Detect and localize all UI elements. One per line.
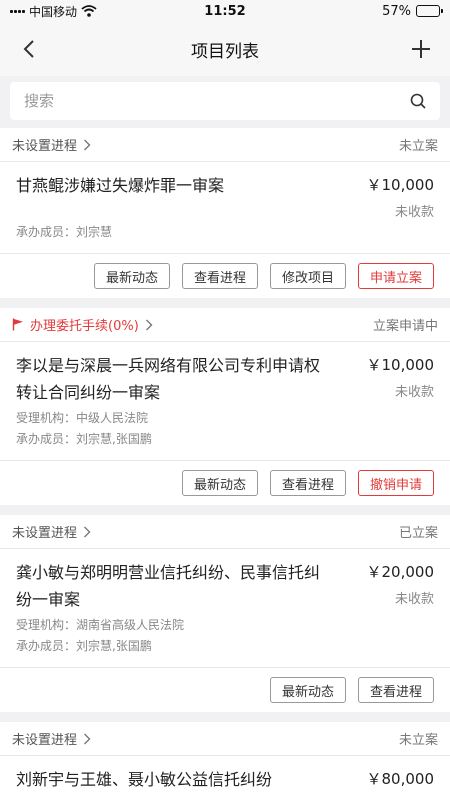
card-body[interactable]: 刘新宇与王雄、聂小敏公益信托纠纷 ￥80,000 (0, 756, 450, 800)
case-status: 已立案 (398, 526, 438, 541)
battery-icon (416, 5, 443, 17)
fee-status: 未收款 (394, 385, 434, 400)
members-row: 承办成员：刘宗慧 (16, 223, 434, 241)
agency-label: 受理机构： (16, 411, 77, 425)
members-row: 承办成员：刘宗慧,张国鹏 (16, 637, 434, 655)
status-left: 中国移动 (10, 3, 97, 20)
flag-icon (12, 318, 23, 331)
wifi-icon (81, 5, 97, 17)
carrier-name: 中国移动 (29, 4, 78, 19)
chevron-right-icon (145, 319, 153, 330)
latest-news-button[interactable]: 最新动态 (93, 263, 170, 289)
back-arrow-icon (23, 40, 34, 58)
chevron-right-icon (84, 526, 91, 537)
card-body[interactable]: 李以是与深晨一兵网络有限公司专利申请权转让合同纠纷一审案 ￥10,000 未收款… (0, 342, 450, 461)
cancel-application-button[interactable]: 撤销申请 (357, 470, 434, 496)
apply-filing-button[interactable]: 申请立案 (357, 263, 434, 289)
progress-link[interactable]: 未设置进程 (12, 522, 91, 541)
signal-icon (10, 9, 25, 13)
progress-label: 未设置进程 (12, 526, 78, 541)
progress-link[interactable]: 未设置进程 (12, 729, 91, 748)
status-bar: 中国移动 11:52 57% (0, 0, 450, 22)
progress-link[interactable]: 办理委托手续(0%) (12, 315, 153, 334)
edit-project-button[interactable]: 修改项目 (269, 263, 346, 289)
latest-news-button[interactable]: 最新动态 (181, 470, 258, 496)
progress-link[interactable]: 未设置进程 (12, 135, 91, 154)
case-amount: ￥10,000 (366, 356, 435, 374)
agency-label: 受理机构： (16, 618, 77, 632)
view-progress-button[interactable]: 查看进程 (181, 263, 258, 289)
card-header: 未设置进程 未立案 (0, 722, 450, 756)
case-amount: ￥80,000 (366, 770, 435, 788)
card-header: 办理委托手续(0%) 立案申请中 (0, 308, 450, 342)
view-progress-button[interactable]: 查看进程 (357, 677, 434, 703)
card-header: 未设置进程 已立案 (0, 515, 450, 549)
battery-percent: 57% (382, 3, 411, 19)
search-bar (0, 76, 450, 128)
members-label: 承办成员： (16, 432, 77, 446)
card-actions: 最新动态 查看进程 (0, 668, 450, 712)
search-input[interactable] (24, 92, 410, 110)
case-status: 立案申请中 (372, 319, 438, 334)
card-body[interactable]: 龚小敏与郑明明营业信托纠纷、民事信托纠纷一审案 ￥20,000 未收款 受理机构… (0, 549, 450, 668)
project-card: 未设置进程 未立案 甘燕鲲涉嫌过失爆炸罪一审案 ￥10,000 未收款 承办成员… (0, 128, 450, 298)
members-value: 刘宗慧 (76, 225, 113, 239)
members-value: 刘宗慧,张国鹏 (76, 639, 152, 653)
chevron-right-icon (84, 733, 91, 744)
progress-label: 未设置进程 (12, 139, 78, 154)
case-status: 未立案 (398, 733, 438, 748)
view-progress-button[interactable]: 查看进程 (269, 470, 346, 496)
project-card: 未设置进程 已立案 龚小敏与郑明明营业信托纠纷、民事信托纠纷一审案 ￥20,00… (0, 515, 450, 712)
case-amount: ￥10,000 (366, 176, 435, 194)
card-body[interactable]: 甘燕鲲涉嫌过失爆炸罪一审案 ￥10,000 未收款 承办成员：刘宗慧 (0, 162, 450, 254)
members-row: 承办成员：刘宗慧,张国鹏 (16, 430, 434, 448)
search-box (10, 82, 440, 120)
chevron-right-icon (84, 139, 91, 150)
nav-bar: 项目列表 (0, 22, 450, 76)
card-actions: 最新动态 查看进程 撤销申请 (0, 461, 450, 505)
agency-row: 受理机构：湖南省高级人民法院 (16, 616, 434, 634)
members-label: 承办成员： (16, 639, 77, 653)
progress-label: 未设置进程 (12, 733, 78, 748)
fee-status: 未收款 (394, 592, 434, 607)
latest-news-button[interactable]: 最新动态 (269, 677, 346, 703)
page-title: 项目列表 (191, 41, 259, 62)
case-title: 甘燕鲲涉嫌过失爆炸罪一审案 (16, 176, 225, 195)
add-project-button[interactable] (406, 34, 436, 64)
case-title: 刘新宇与王雄、聂小敏公益信托纠纷 (16, 770, 273, 789)
case-title: 龚小敏与郑明明营业信托纠纷、民事信托纠纷一审案 (16, 563, 321, 609)
project-card: 办理委托手续(0%) 立案申请中 李以是与深晨一兵网络有限公司专利申请权转让合同… (0, 308, 450, 505)
fee-status: 未收款 (394, 205, 434, 220)
project-card: 未设置进程 未立案 刘新宇与王雄、聂小敏公益信托纠纷 ￥80,000 (0, 722, 450, 800)
status-right: 57% (382, 3, 443, 19)
search-icon[interactable] (410, 93, 426, 109)
case-amount: ￥20,000 (366, 563, 435, 581)
agency-row: 受理机构：中级人民法院 (16, 409, 434, 427)
card-header: 未设置进程 未立案 (0, 128, 450, 162)
case-title: 李以是与深晨一兵网络有限公司专利申请权转让合同纠纷一审案 (16, 356, 321, 402)
agency-value: 湖南省高级人民法院 (76, 618, 185, 632)
agency-value: 中级人民法院 (76, 411, 149, 425)
case-status: 未立案 (398, 139, 438, 154)
card-actions: 最新动态 查看进程 修改项目 申请立案 (0, 254, 450, 298)
plus-icon (412, 40, 430, 58)
members-value: 刘宗慧,张国鹏 (76, 432, 152, 446)
back-button[interactable] (14, 34, 44, 64)
progress-label: 办理委托手续(0%) (30, 319, 139, 334)
members-label: 承办成员： (16, 225, 77, 239)
